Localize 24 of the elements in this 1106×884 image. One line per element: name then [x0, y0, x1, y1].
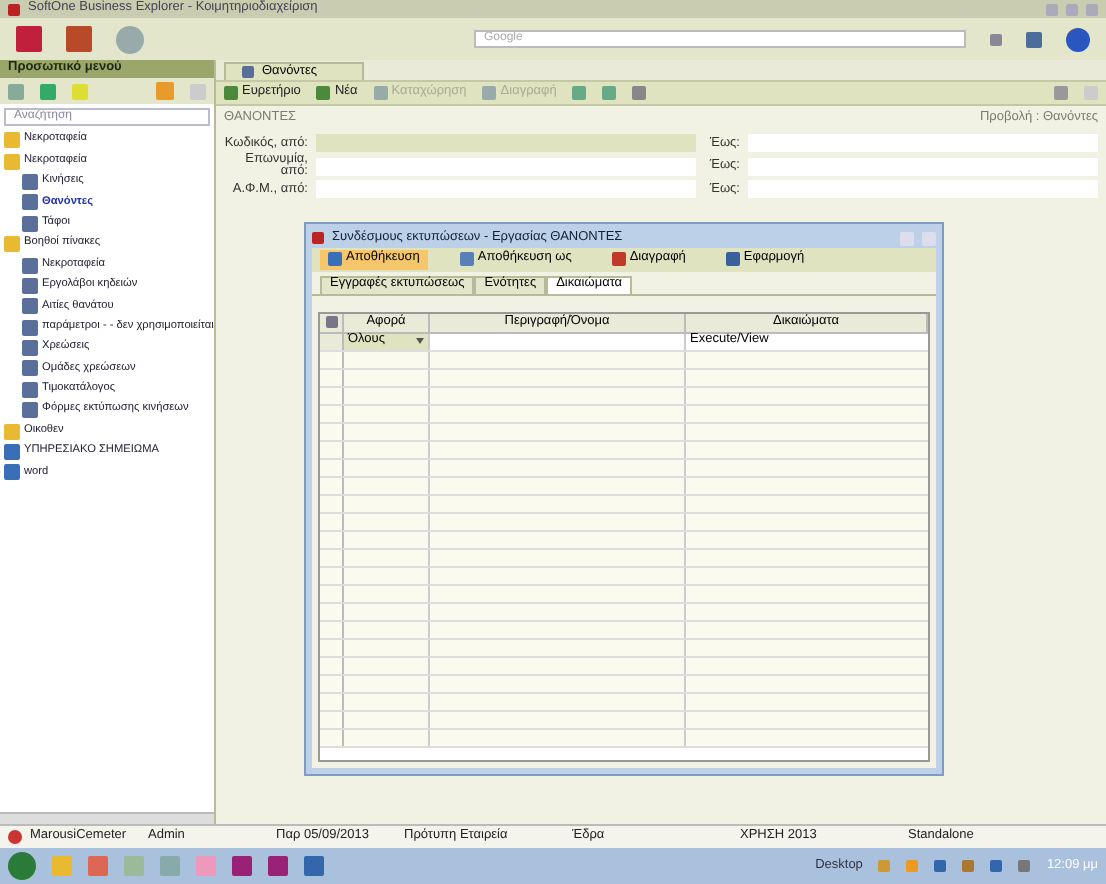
action-icon	[328, 252, 342, 266]
input-field[interactable]	[748, 157, 1098, 176]
caret-icon	[416, 338, 424, 344]
input-field[interactable]	[316, 134, 696, 153]
folder-icon	[4, 423, 20, 440]
action-icon	[611, 252, 626, 266]
toolbar-icon	[316, 86, 331, 100]
input-field[interactable]	[748, 134, 1098, 153]
toolbar-icon	[373, 86, 388, 100]
action-icon	[459, 252, 474, 266]
toolbar-icon	[224, 86, 238, 100]
tray-icon	[990, 860, 1003, 872]
tray-icon	[962, 860, 975, 872]
folder-icon	[4, 236, 20, 253]
tray-icon	[878, 860, 891, 872]
table-icon	[242, 66, 254, 78]
input-field[interactable]	[316, 157, 696, 176]
tray-icon	[906, 860, 919, 872]
input-field[interactable]	[748, 180, 1098, 199]
action-icon	[725, 252, 740, 266]
tray-icon	[1018, 860, 1031, 872]
tray-icon	[934, 860, 947, 872]
input-field[interactable]	[316, 180, 696, 199]
toolbar-icon	[482, 86, 497, 100]
